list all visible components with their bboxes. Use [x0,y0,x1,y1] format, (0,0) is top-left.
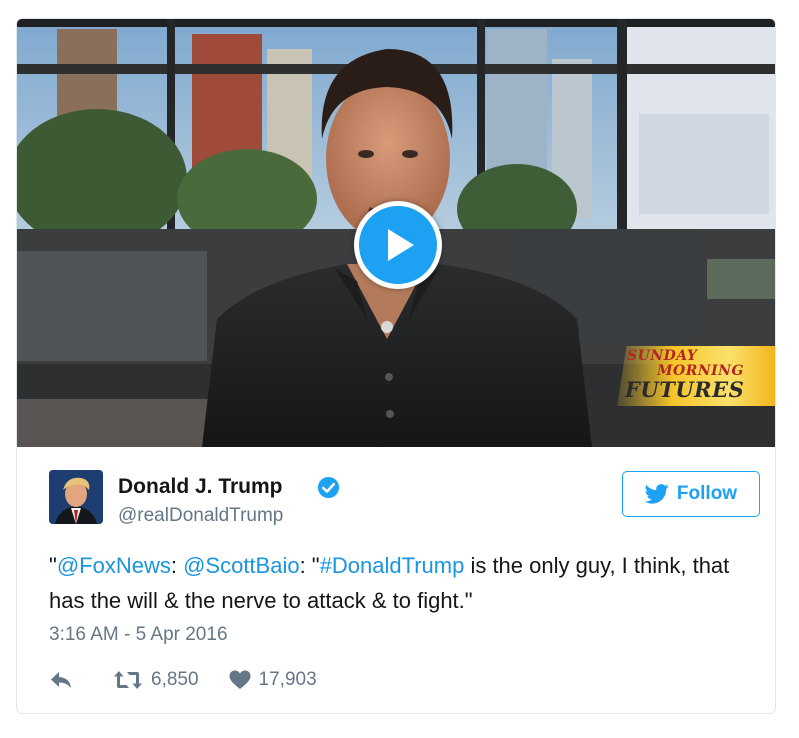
retweet-button[interactable]: 6,850 [113,669,199,691]
author-name[interactable]: Donald J. Trump [118,475,283,499]
embedded-tweet-card: SUNDAY MORNING FUTURES Donald J. Trump @… [16,18,776,714]
video-player[interactable]: SUNDAY MORNING FUTURES [17,19,775,447]
avatar[interactable] [49,470,103,524]
logo-line-1: SUNDAY [627,348,698,364]
follow-label: Follow [676,483,738,504]
separator-1: : [170,553,184,578]
broadcast-logo: SUNDAY MORNING FUTURES [617,346,775,406]
tweet-timestamp[interactable]: 3:16 AM - 5 Apr 2016 [49,624,228,646]
like-button[interactable]: 17,903 [229,669,317,691]
verified-badge-icon [317,476,340,499]
hashtag-donaldtrump[interactable]: #DonaldTrump [320,553,465,578]
reply-icon [51,672,71,688]
author-handle[interactable]: @realDonaldTrump [118,505,283,527]
retweet-count: 6,850 [151,669,199,690]
retweet-icon [114,671,142,689]
mention-scottbaio[interactable]: @ScottBaio [183,553,300,578]
mention-foxnews[interactable]: @FoxNews [57,553,171,578]
like-count: 17,903 [258,669,317,690]
logo-line-3: FUTURES [625,377,745,402]
tweet-text: "@FoxNews: @ScottBaio: "#DonaldTrump is … [49,548,749,618]
tweet-actions: 6,850 17,903 [49,667,317,693]
quote-open: " [49,553,57,578]
play-button[interactable] [354,201,442,289]
separator-2: : " [299,553,320,578]
heart-icon [229,670,251,689]
twitter-bird-icon [644,484,669,504]
tweet-header: Donald J. Trump @realDonaldTrump Follow [49,470,760,530]
follow-button[interactable]: Follow [622,471,760,517]
play-icon [388,229,414,261]
reply-button[interactable] [49,670,81,690]
avatar-image [49,470,103,524]
